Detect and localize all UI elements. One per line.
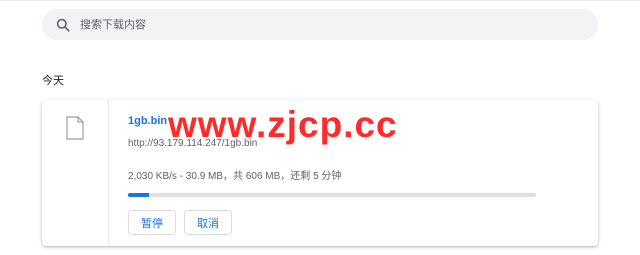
search-icon: [56, 18, 70, 32]
cancel-button[interactable]: 取消: [184, 210, 232, 235]
watermark-text: www.zjcp.cc: [168, 104, 398, 145]
file-icon: [66, 116, 84, 145]
progress-fill: [128, 193, 149, 197]
top-divider: [0, 0, 640, 1]
search-bar[interactable]: [42, 9, 598, 40]
search-input[interactable]: [80, 18, 560, 31]
download-progress-bar: [128, 193, 536, 197]
file-name-link[interactable]: 1gb.bin: [128, 115, 167, 127]
date-section-header: 今天: [42, 75, 64, 87]
download-status-text: 2,030 KB/s - 30.9 MB，共 606 MB，还剩 5 分钟: [128, 171, 342, 182]
download-item-card: 1gb.bin http://93.179.114.247/1gb.bin 2,…: [42, 100, 598, 246]
file-icon-column: [42, 100, 109, 246]
pause-button[interactable]: 暂停: [128, 210, 176, 235]
